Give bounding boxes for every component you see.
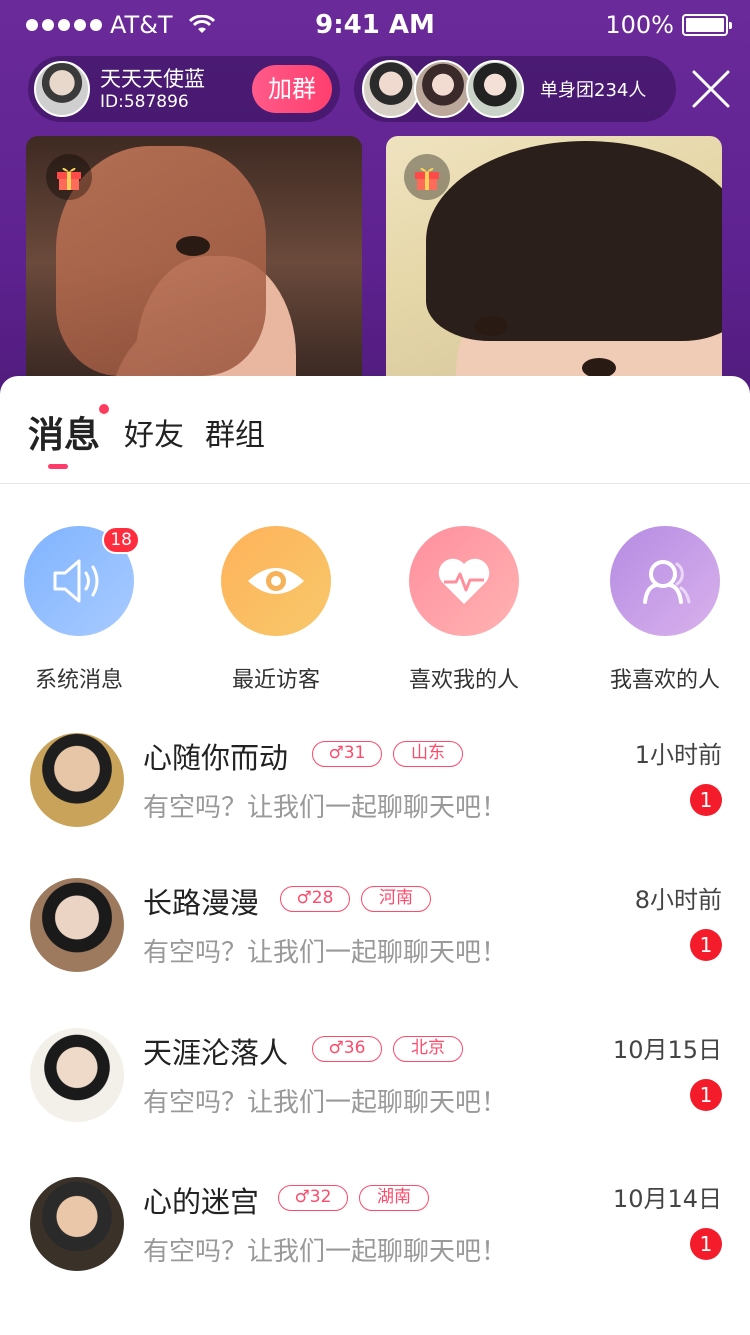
unread-count-badge: 1 — [690, 929, 722, 961]
region-tag: 山东 — [393, 741, 463, 767]
video-card[interactable] — [26, 136, 362, 416]
unread-count-badge: 1 — [690, 1079, 722, 1111]
active-tab-indicator — [48, 464, 68, 469]
tab-groups[interactable]: 群组 — [205, 410, 265, 454]
conversation-row[interactable]: 心的迷宫 ♂32 湖南 有空吗？让我们一起聊聊天吧！ 10月14日 1 — [0, 1177, 750, 1297]
contact-name: 长路漫漫 — [143, 886, 260, 920]
shortcut-i-like[interactable]: 我喜欢的人 — [585, 526, 745, 694]
live-room-header: AT&T 9:41 AM 100% 天天天使蓝 ID:587896 加群 单身团… — [0, 0, 750, 420]
host-id: ID:587896 — [100, 92, 189, 112]
group-member-count: 单身团234人 — [540, 80, 647, 101]
last-message: 有空吗？让我们一起聊聊天吧！ — [143, 793, 508, 823]
unread-count-badge: 1 — [690, 1228, 722, 1260]
tab-new-dot — [99, 404, 109, 414]
host-name: 天天天使蓝 — [100, 67, 205, 91]
tab-friends[interactable]: 好友 — [124, 410, 184, 454]
contact-name: 心的迷宫 — [143, 1185, 260, 1219]
shortcut-label: 我喜欢的人 — [609, 668, 720, 693]
conversation-row[interactable]: 心随你而动 ♂31 山东 有空吗？让我们一起聊聊天吧！ 1小时前 1 — [0, 733, 750, 853]
region-tag: 湖南 — [359, 1185, 429, 1211]
last-message: 有空吗？让我们一起聊聊天吧！ — [143, 1237, 508, 1267]
shortcut-recent-visitors[interactable]: 最近访客 — [196, 526, 356, 694]
battery-percent: 100% — [605, 11, 674, 39]
gender-age-tag: ♂32 — [278, 1185, 348, 1211]
speaker-icon — [53, 559, 99, 603]
avatar[interactable] — [30, 733, 124, 827]
last-message: 有空吗？让我们一起聊聊天吧！ — [143, 938, 508, 968]
contact-name: 天涯沦落人 — [143, 1036, 289, 1070]
age-value: 32 — [309, 1187, 332, 1207]
status-right: 100% — [605, 11, 732, 39]
message-time: 10月15日 — [612, 1036, 722, 1064]
close-icon[interactable] — [690, 68, 732, 110]
battery-icon — [682, 14, 732, 36]
heart-pulse-icon — [438, 558, 490, 604]
video-detail — [474, 316, 508, 336]
avatar[interactable] — [30, 1028, 124, 1122]
gender-age-tag: ♂31 — [312, 741, 382, 767]
tab-bar: 消息 好友 群组 — [0, 376, 750, 484]
status-bar: AT&T 9:41 AM 100% — [0, 0, 750, 52]
member-avatar[interactable] — [466, 60, 524, 118]
host-avatar[interactable] — [34, 61, 90, 117]
shortcut-label: 系统消息 — [34, 668, 123, 693]
shortcut-system-messages[interactable]: 18 系统消息 — [0, 526, 159, 694]
message-time: 10月14日 — [612, 1185, 722, 1213]
eye-icon — [248, 568, 304, 594]
shortcut-label: 喜欢我的人 — [408, 668, 519, 693]
messages-sheet: 消息 好友 群组 18 系统消息 最近访客 喜欢我的人 我喜欢的人 心随你而动 … — [0, 376, 750, 1335]
region-tag: 河南 — [361, 886, 431, 912]
gender-age-tag: ♂28 — [280, 886, 350, 912]
avatar[interactable] — [30, 1177, 124, 1271]
liked-me-button[interactable] — [409, 526, 519, 636]
system-messages-button[interactable]: 18 — [24, 526, 140, 636]
message-time: 1小时前 — [634, 741, 722, 769]
age-value: 31 — [343, 743, 366, 763]
avatar[interactable] — [30, 878, 124, 972]
video-detail — [176, 236, 210, 256]
video-feed-overlay — [426, 141, 722, 341]
conversation-row[interactable]: 长路漫漫 ♂28 河南 有空吗？让我们一起聊聊天吧！ 8小时前 1 — [0, 878, 750, 998]
message-time: 8小时前 — [634, 886, 722, 914]
conversation-row[interactable]: 天涯沦落人 ♂36 北京 有空吗？让我们一起聊聊天吧！ 10月15日 1 — [0, 1028, 750, 1148]
contact-name: 心随你而动 — [143, 741, 289, 775]
gift-icon[interactable] — [404, 154, 450, 200]
unread-count-badge: 1 — [690, 784, 722, 816]
unread-badge: 18 — [102, 526, 140, 554]
gender-age-tag: ♂36 — [312, 1036, 382, 1062]
video-detail — [582, 358, 616, 378]
member-avatar[interactable] — [414, 60, 472, 118]
age-value: 28 — [311, 888, 334, 908]
person-icon — [643, 560, 691, 604]
region-tag: 北京 — [393, 1036, 463, 1062]
tab-messages[interactable]: 消息 — [28, 406, 100, 458]
shortcut-liked-me[interactable]: 喜欢我的人 — [384, 526, 544, 694]
last-message: 有空吗？让我们一起聊聊天吧！ — [143, 1088, 508, 1118]
host-info-pill[interactable]: 天天天使蓝 ID:587896 加群 — [28, 56, 340, 122]
video-card[interactable] — [386, 136, 722, 416]
join-group-button[interactable]: 加群 — [252, 65, 332, 113]
gift-icon[interactable] — [46, 154, 92, 200]
group-members-pill[interactable]: 单身团234人 — [354, 56, 676, 122]
shortcut-label: 最近访客 — [231, 668, 320, 693]
age-value: 36 — [343, 1038, 366, 1058]
i-like-button[interactable] — [610, 526, 720, 636]
member-avatar[interactable] — [362, 60, 420, 118]
recent-visitors-button[interactable] — [221, 526, 331, 636]
